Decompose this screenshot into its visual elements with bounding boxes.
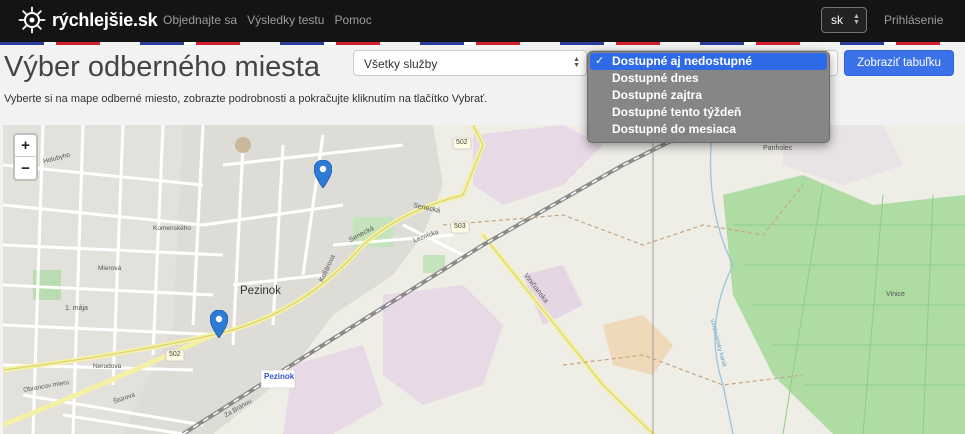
flag-stripe: [0, 42, 965, 45]
select-arrows-icon: ▲ ▼: [573, 56, 580, 69]
map-tiles: [3, 125, 965, 434]
zoom-control: + −: [13, 133, 38, 181]
map[interactable]: Pezinok Pezinok 502 503 502 Senecká Sene…: [3, 125, 965, 434]
availability-option[interactable]: Dostupné dnes: [590, 70, 827, 87]
show-table-button[interactable]: Zobraziť tabuľku: [844, 50, 954, 76]
map-label-nerudova: Nerudova: [93, 363, 122, 370]
page-subtitle: Vyberte si na mape odberné miesto, zobra…: [4, 93, 488, 105]
nav-link-vysledky[interactable]: Výsledky testu: [247, 13, 324, 27]
brand[interactable]: rýchlejšie.sk: [18, 5, 158, 35]
language-value: sk: [831, 13, 843, 27]
map-label-road-502: 502: [456, 139, 468, 146]
nav-link-pomoc[interactable]: Pomoc: [334, 13, 371, 27]
navbar: rýchlejšie.sk Objednajte sa Výsledky tes…: [0, 0, 965, 42]
availability-option[interactable]: Dostupné zajtra: [590, 87, 827, 104]
map-label-poi: Pezinok: [264, 372, 295, 381]
nav-link-objednajte[interactable]: Objednajte sa: [163, 13, 237, 27]
check-icon: ✓: [595, 55, 605, 67]
map-label-mierova: Mierová: [98, 265, 122, 272]
zoom-in-button[interactable]: +: [15, 135, 36, 157]
virus-logo-icon: [18, 6, 46, 34]
service-select[interactable]: Všetky služby ▲ ▼: [353, 50, 587, 76]
availability-option[interactable]: Dostupné tento týždeň: [590, 104, 827, 121]
map-label-road-502b: 502: [169, 351, 181, 358]
map-marker-icon[interactable]: [314, 160, 332, 188]
select-arrows-icon: ▲ ▼: [853, 13, 860, 26]
page-title: Výber odberného miesta: [4, 51, 320, 83]
map-label-komenskeho: Komenského: [153, 225, 191, 232]
map-label-town: Pezinok: [240, 285, 281, 297]
service-select-value: Všetky služby: [364, 57, 438, 71]
map-label-road-503: 503: [454, 223, 466, 230]
map-label-vinice: Vinice: [886, 291, 905, 298]
map-label-1maja: 1. mája: [65, 305, 88, 312]
availability-dropdown: ✓ Dostupné aj nedostupné Dostupné dnes Do…: [587, 51, 830, 143]
map-marker-icon[interactable]: [210, 310, 228, 338]
language-select[interactable]: sk ▲ ▼: [821, 7, 867, 33]
zoom-out-button[interactable]: −: [15, 157, 36, 179]
login-link[interactable]: Prihlásenie: [884, 13, 943, 27]
availability-option[interactable]: Dostupné do mesiaca: [590, 121, 827, 138]
map-label-panholec: Panholec: [763, 145, 793, 152]
availability-option[interactable]: ✓ Dostupné aj nedostupné: [590, 53, 827, 70]
brand-name: rýchlejšie.sk: [52, 9, 158, 30]
nav-links: Objednajte sa Výsledky testu Pomoc: [163, 13, 382, 27]
